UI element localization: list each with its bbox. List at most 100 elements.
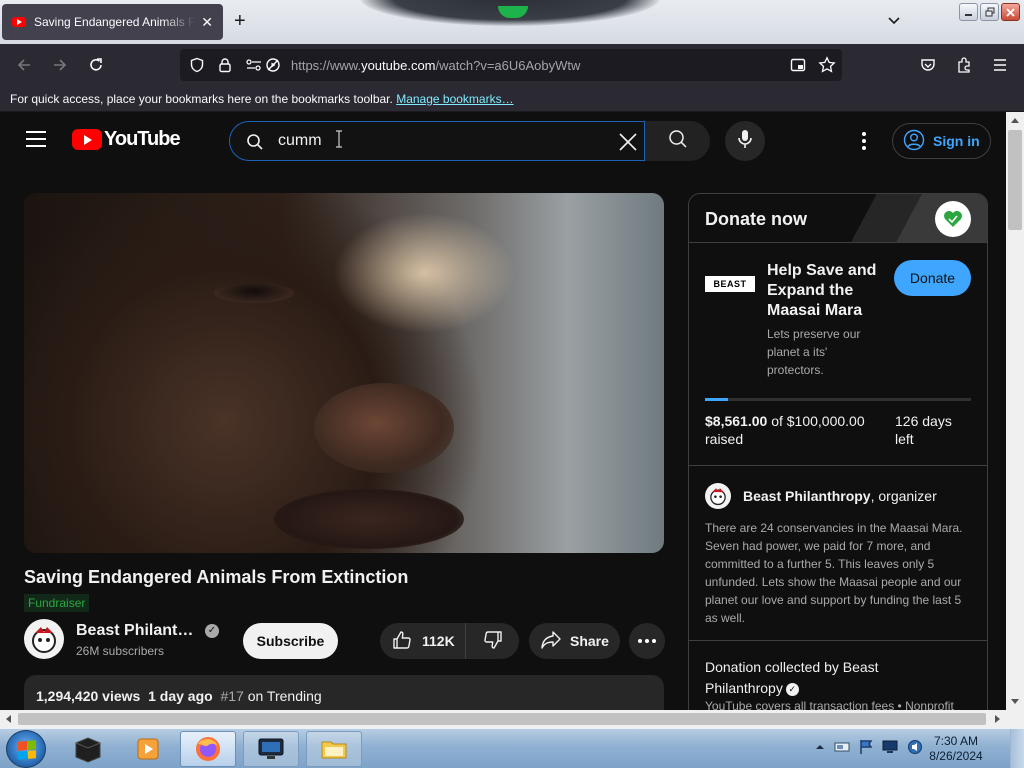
chevron-down-icon[interactable] [886, 12, 902, 28]
like-button[interactable]: 112K [380, 623, 466, 659]
youtube-logo-text: YouTube [104, 128, 181, 150]
youtube-play-logo-icon [72, 129, 102, 150]
vertical-scrollbar[interactable] [1006, 112, 1024, 710]
beast-philanthropy-logo: BEAST [705, 276, 755, 292]
volume-icon[interactable] [907, 739, 923, 755]
video-frame-detail [274, 489, 464, 549]
forward-arrow-icon[interactable] [50, 55, 70, 75]
show-hidden-icons-icon[interactable] [815, 742, 825, 752]
extensions-icon[interactable] [954, 55, 974, 75]
horizontal-scroll-thumb[interactable] [18, 713, 986, 725]
restore-icon[interactable] [980, 3, 999, 21]
tab-close-icon[interactable]: ✕ [201, 14, 213, 31]
reload-icon[interactable] [86, 55, 106, 75]
video-frame-detail [214, 283, 294, 303]
video-frame-detail [314, 383, 454, 473]
permissions-icon[interactable] [245, 57, 263, 78]
search-box[interactable]: cumm [229, 121, 645, 161]
view-count: 1,294,420 views [36, 688, 141, 704]
bookmarks-message: For quick access, place your bookmarks h… [10, 92, 393, 106]
shield-icon[interactable] [189, 57, 205, 78]
fundraiser-progress-fill [705, 398, 728, 401]
back-arrow-icon[interactable] [14, 55, 34, 75]
settings-kebab-icon[interactable] [854, 130, 874, 152]
more-actions-icon[interactable] [629, 623, 665, 659]
subscriber-count: 26M subscribers [76, 644, 165, 658]
guide-menu-icon[interactable] [26, 131, 46, 147]
show-desktop-button[interactable] [1010, 729, 1024, 768]
voice-search-button[interactable] [725, 121, 765, 161]
bookmark-star-icon[interactable] [818, 56, 836, 79]
video-title: Saving Endangered Animals From Extinctio… [24, 567, 409, 587]
like-dislike-group: 112K [380, 623, 519, 659]
url-prefix: https://www. [291, 58, 362, 73]
search-button[interactable] [645, 121, 710, 161]
vertical-scroll-thumb[interactable] [1008, 130, 1022, 230]
taskbar-firefox[interactable] [180, 731, 236, 767]
sign-in-label: Sign in [933, 133, 980, 149]
sign-in-button[interactable]: Sign in [892, 123, 991, 159]
description-box[interactable]: 1,294,420 views 1 day ago #17 on Trendin… [24, 675, 664, 710]
search-input[interactable]: cumm [278, 132, 322, 150]
hamburger-menu-icon[interactable] [990, 55, 1010, 75]
horizontal-scrollbar[interactable] [0, 710, 1024, 728]
system-tray [815, 739, 923, 755]
system-clock[interactable]: 7:30 AM 8/26/2024 [928, 734, 984, 764]
raised-amount: $8,561.00 [705, 413, 768, 429]
organizer-name: Beast Philanthropy [743, 488, 871, 504]
network-monitor-icon[interactable] [882, 740, 898, 754]
windows-logo-icon [18, 740, 36, 760]
autoplay-blocked-icon[interactable] [265, 57, 281, 78]
cause-title: Help Save and Expand the Maasai Mara [767, 262, 877, 319]
pocket-icon[interactable] [918, 55, 938, 75]
channel-avatar[interactable] [24, 619, 64, 659]
taskbar-terminal-app[interactable] [60, 731, 116, 767]
browser-tab-active[interactable]: Saving Endangered Animals From Extinctio… [2, 4, 223, 40]
taskbar-display-app[interactable] [243, 731, 299, 767]
scroll-right-arrow-icon[interactable] [994, 714, 1002, 724]
bookmarks-toolbar: For quick access, place your bookmarks h… [0, 86, 1024, 112]
scroll-left-arrow-icon[interactable] [4, 714, 12, 724]
organizer-role: , organizer [870, 488, 937, 504]
lock-icon[interactable] [217, 57, 233, 78]
video-player[interactable] [24, 193, 664, 553]
taskbar-media-player[interactable] [120, 731, 176, 767]
start-button[interactable] [6, 730, 46, 768]
share-button[interactable]: Share [529, 623, 620, 659]
picture-in-picture-icon[interactable] [790, 57, 806, 78]
firefox-icon [196, 737, 220, 761]
close-window-icon[interactable] [1001, 3, 1020, 21]
new-tab-icon[interactable]: + [234, 10, 246, 33]
network-adapter-icon[interactable] [834, 740, 850, 754]
taskbar-explorer[interactable] [306, 731, 362, 767]
text-cursor-icon [335, 130, 343, 153]
subscribe-button[interactable]: Subscribe [243, 623, 338, 659]
clear-search-icon[interactable] [618, 132, 638, 157]
action-center-flag-icon[interactable] [859, 739, 873, 755]
upload-date: 1 day ago [148, 688, 213, 704]
window-controls [959, 3, 1020, 21]
fundraiser-progress-bar [705, 398, 971, 401]
donate-button[interactable]: Donate [894, 260, 971, 296]
youtube-page: YouTube cumm Sign in Saving Endangered A… [0, 112, 1006, 710]
minimize-icon[interactable] [959, 3, 978, 21]
scroll-up-arrow-icon[interactable] [1010, 116, 1020, 124]
url-bar[interactable]: https://www.youtube.com/watch?v=a6U6Aoby… [180, 49, 842, 81]
donate-header-title: Donate now [705, 209, 807, 229]
organizer-section: Beast Philanthropy, organizer There are … [689, 466, 987, 641]
search-icon [246, 133, 264, 156]
amount-raised: $8,561.00 of $100,000.00 raised [705, 412, 875, 448]
scroll-down-arrow-icon[interactable] [1010, 698, 1020, 706]
verified-check-icon: ✓ [785, 682, 799, 696]
giving-heart-icon [935, 201, 971, 237]
channel-name[interactable]: Beast Philanthropy [76, 622, 198, 640]
tab-title: Saving Endangered Animals From Extinctio… [34, 15, 196, 29]
youtube-logo[interactable]: YouTube [72, 128, 181, 151]
manage-bookmarks-link[interactable]: Manage bookmarks… [396, 92, 513, 106]
microphone-icon [737, 129, 753, 154]
thumbs-up-icon [392, 630, 412, 653]
dark-box-app-icon [75, 737, 101, 763]
dislike-button[interactable] [466, 623, 519, 659]
url-text[interactable]: https://www.youtube.com/watch?v=a6U6Aoby… [291, 58, 580, 73]
donation-collected-section: Donation collected by Beast Philanthropy… [689, 641, 987, 710]
